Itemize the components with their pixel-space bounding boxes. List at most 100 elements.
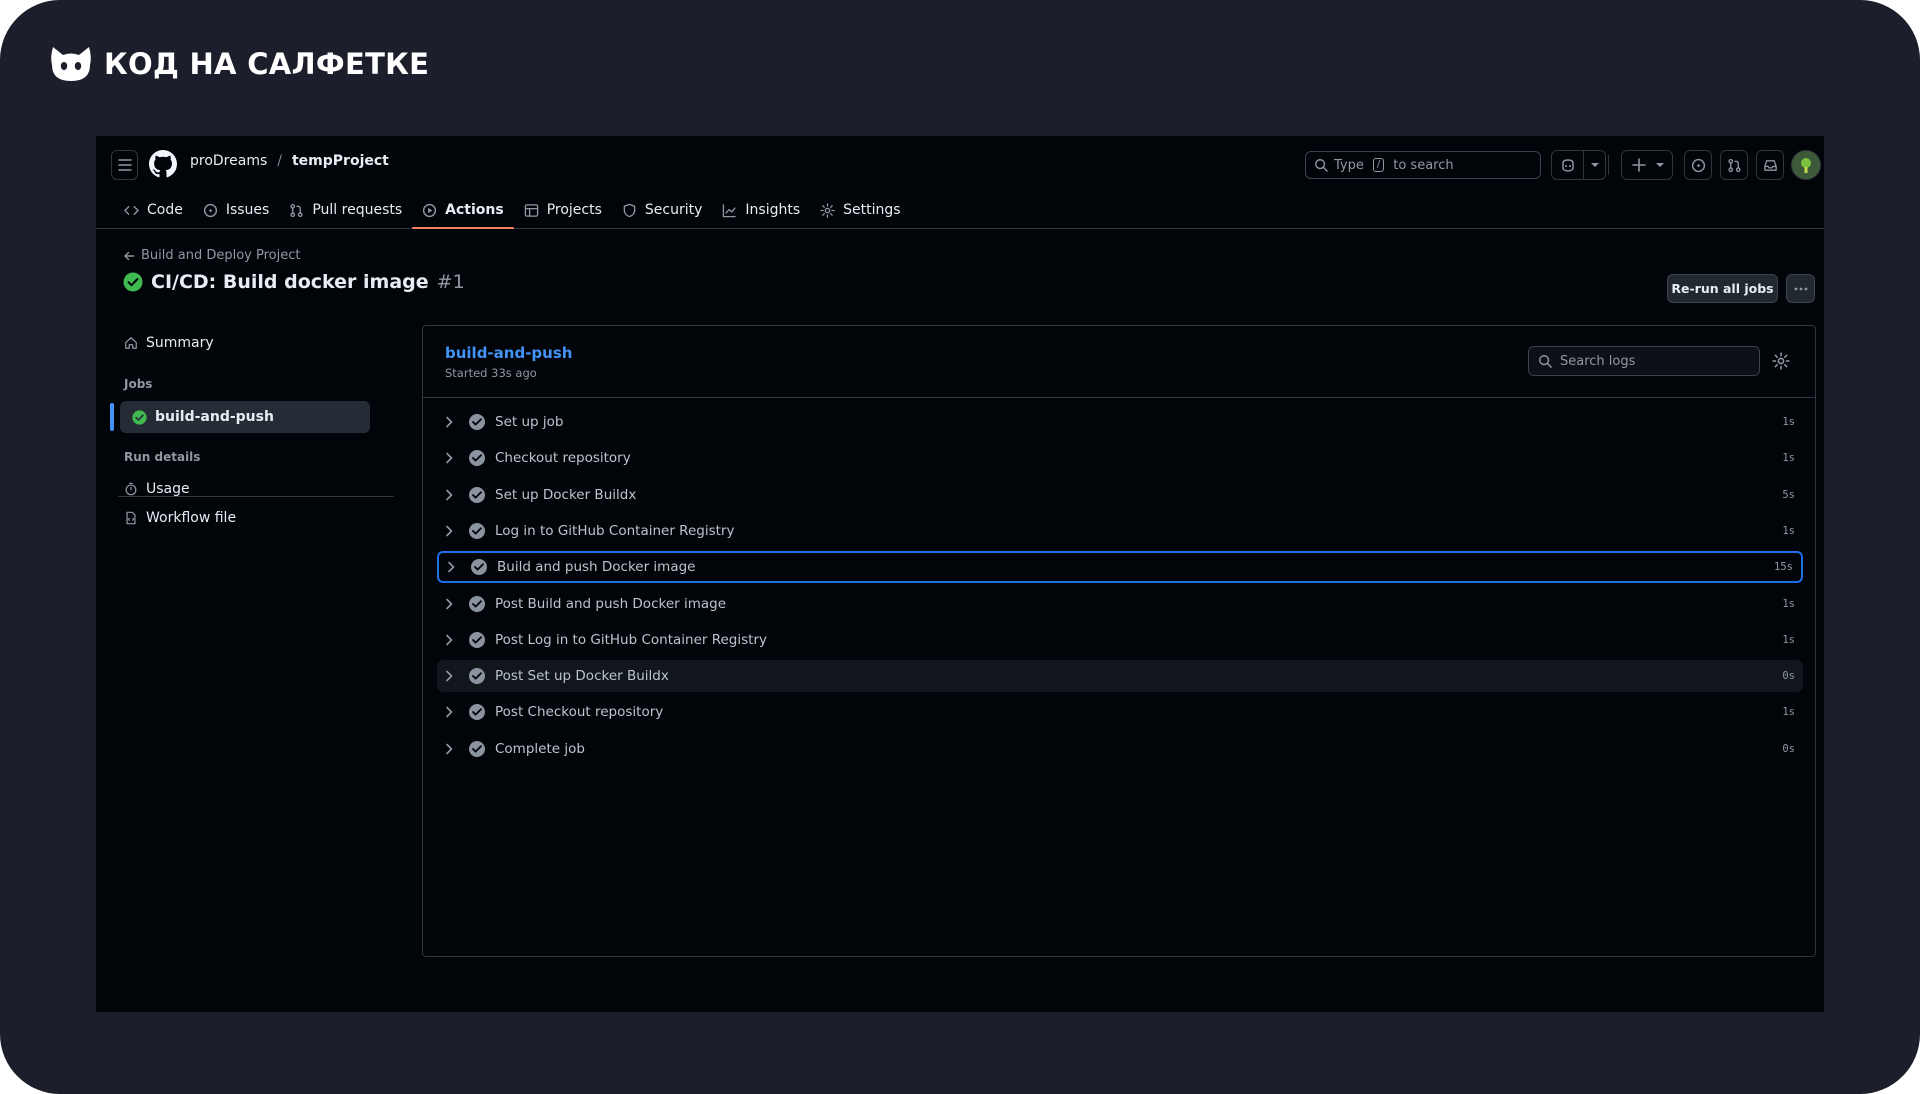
tab-label: Issues	[225, 202, 270, 218]
step-name: Post Set up Docker Buildx	[495, 668, 669, 684]
chevron-right-icon[interactable]	[445, 489, 459, 501]
job-name-link[interactable]: build-and-push	[445, 344, 572, 362]
back-to-workflow-link[interactable]: Build and Deploy Project	[123, 248, 301, 263]
chevron-down-icon	[1656, 163, 1664, 167]
owner-link[interactable]: proDreams	[190, 153, 267, 169]
global-search-input[interactable]: Type / to search	[1305, 151, 1541, 179]
notifications-button[interactable]	[1756, 150, 1784, 180]
tab-issues[interactable]: Issues	[193, 194, 280, 226]
step-name: Post Checkout repository	[495, 704, 664, 720]
run-title-area: Build and Deploy Project CI/CD: Build do…	[96, 229, 1824, 319]
step-name: Set up job	[495, 414, 564, 430]
menu-button[interactable]	[111, 150, 138, 180]
tab-code[interactable]: Code	[114, 194, 193, 226]
job-step-row[interactable]: Log in to GitHub Container Registry 1s	[437, 515, 1803, 547]
job-step-row[interactable]: Complete job 0s	[437, 733, 1803, 765]
copilot-divider	[1583, 151, 1584, 179]
gear-icon[interactable]	[1772, 352, 1790, 370]
sidebar-item-label: Summary	[146, 335, 214, 351]
global-header: proDreams / tempProject Type / to search	[96, 136, 1824, 229]
sidebar-item-job[interactable]: build-and-push	[120, 401, 370, 433]
run-title: CI/CD: Build docker image	[151, 271, 429, 293]
graph-icon	[723, 203, 737, 217]
check-circle-fill-icon	[469, 414, 485, 430]
job-step-row[interactable]: Build and push Docker image 15s	[437, 551, 1803, 583]
sidebar-item-workflow-file[interactable]: Workflow file	[110, 502, 370, 534]
tab-label: Actions	[445, 202, 504, 218]
chevron-right-icon[interactable]	[445, 706, 459, 718]
chevron-right-icon[interactable]	[445, 634, 459, 646]
step-name: Checkout repository	[495, 450, 631, 466]
chevron-right-icon[interactable]	[447, 561, 461, 573]
step-name: Complete job	[495, 741, 585, 757]
repo-nav-tabs: Code Issues Pull requests Actions Projec…	[114, 194, 911, 229]
copilot-button[interactable]	[1551, 150, 1606, 180]
github-actions-window: proDreams / tempProject Type / to search	[96, 136, 1824, 1012]
chevron-right-icon[interactable]	[445, 452, 459, 464]
presentation-frame: КОД НА САЛФЕТКЕ proDreams / tempProject …	[0, 0, 1920, 1094]
github-logo-icon[interactable]	[149, 150, 177, 178]
step-duration: 1s	[1782, 416, 1795, 428]
check-circle-fill-icon	[469, 523, 485, 539]
sidebar-item-usage[interactable]: Usage	[110, 473, 370, 505]
create-new-button[interactable]	[1621, 150, 1673, 180]
git-pull-request-icon	[290, 203, 303, 217]
breadcrumb: proDreams / tempProject	[190, 153, 389, 169]
your-issues-button[interactable]	[1684, 150, 1712, 180]
job-step-row[interactable]: Post Log in to GitHub Container Registry…	[437, 624, 1803, 656]
sidebar-item-summary[interactable]: Summary	[110, 327, 370, 359]
your-pull-requests-button[interactable]	[1720, 150, 1748, 180]
rerun-all-jobs-button[interactable]: Re-run all jobs	[1667, 274, 1778, 303]
check-circle-fill-icon	[123, 272, 143, 292]
tab-security[interactable]: Security	[612, 194, 713, 226]
check-circle-fill-icon	[469, 632, 485, 648]
tab-settings[interactable]: Settings	[810, 194, 910, 226]
play-icon	[423, 203, 437, 217]
repo-link[interactable]: tempProject	[292, 153, 389, 169]
job-log-header: build-and-push Started 33s ago Search lo…	[423, 326, 1815, 398]
chevron-down-icon[interactable]	[1590, 161, 1600, 169]
header-divider	[1608, 155, 1609, 175]
shield-icon	[623, 203, 636, 217]
chevron-right-icon[interactable]	[445, 743, 459, 755]
chevron-right-icon[interactable]	[445, 598, 459, 610]
job-step-row[interactable]: Post Checkout repository 1s	[437, 696, 1803, 728]
arrow-left-icon	[124, 251, 135, 260]
check-circle-fill-icon	[469, 704, 485, 720]
tab-projects[interactable]: Projects	[514, 194, 612, 226]
chevron-right-icon[interactable]	[445, 670, 459, 682]
job-step-row[interactable]: Set up job 1s	[437, 406, 1803, 438]
search-logs-input[interactable]: Search logs	[1528, 346, 1760, 376]
sidebar-heading-jobs: Jobs	[124, 377, 153, 391]
page-title: CI/CD: Build docker image #1	[123, 271, 465, 293]
tab-insights[interactable]: Insights	[712, 194, 810, 226]
step-duration: 1s	[1782, 598, 1795, 610]
job-step-row[interactable]: Checkout repository 1s	[437, 442, 1803, 474]
code-icon	[124, 205, 139, 215]
step-name: Log in to GitHub Container Registry	[495, 523, 735, 539]
job-log-panel: build-and-push Started 33s ago Search lo…	[422, 325, 1816, 957]
tab-actions[interactable]: Actions	[412, 194, 514, 229]
more-options-button[interactable]	[1786, 274, 1815, 303]
active-indicator	[110, 403, 114, 431]
job-step-row[interactable]: Post Build and push Docker image 1s	[437, 588, 1803, 620]
gear-icon	[820, 202, 835, 218]
sidebar-item-label: Usage	[146, 481, 190, 497]
step-duration: 1s	[1782, 525, 1795, 537]
user-avatar[interactable]	[1791, 150, 1821, 180]
step-duration: 1s	[1782, 452, 1795, 464]
plus-icon	[1632, 158, 1646, 172]
step-name: Post Build and push Docker image	[495, 596, 727, 612]
check-circle-fill-icon	[471, 559, 487, 575]
step-name: Post Log in to GitHub Container Registry	[495, 632, 767, 648]
check-circle-fill-icon	[469, 668, 485, 684]
search-shortcut-key: /	[1372, 158, 1385, 172]
job-step-row[interactable]: Post Set up Docker Buildx 0s	[437, 660, 1803, 692]
job-step-row[interactable]: Set up Docker Buildx 5s	[437, 479, 1803, 511]
tab-pull-requests[interactable]: Pull requests	[279, 194, 412, 226]
chevron-right-icon[interactable]	[445, 416, 459, 428]
check-circle-fill-icon	[469, 450, 485, 466]
search-hint-before: Type	[1334, 157, 1364, 173]
step-duration: 0s	[1782, 743, 1795, 755]
chevron-right-icon[interactable]	[445, 525, 459, 537]
